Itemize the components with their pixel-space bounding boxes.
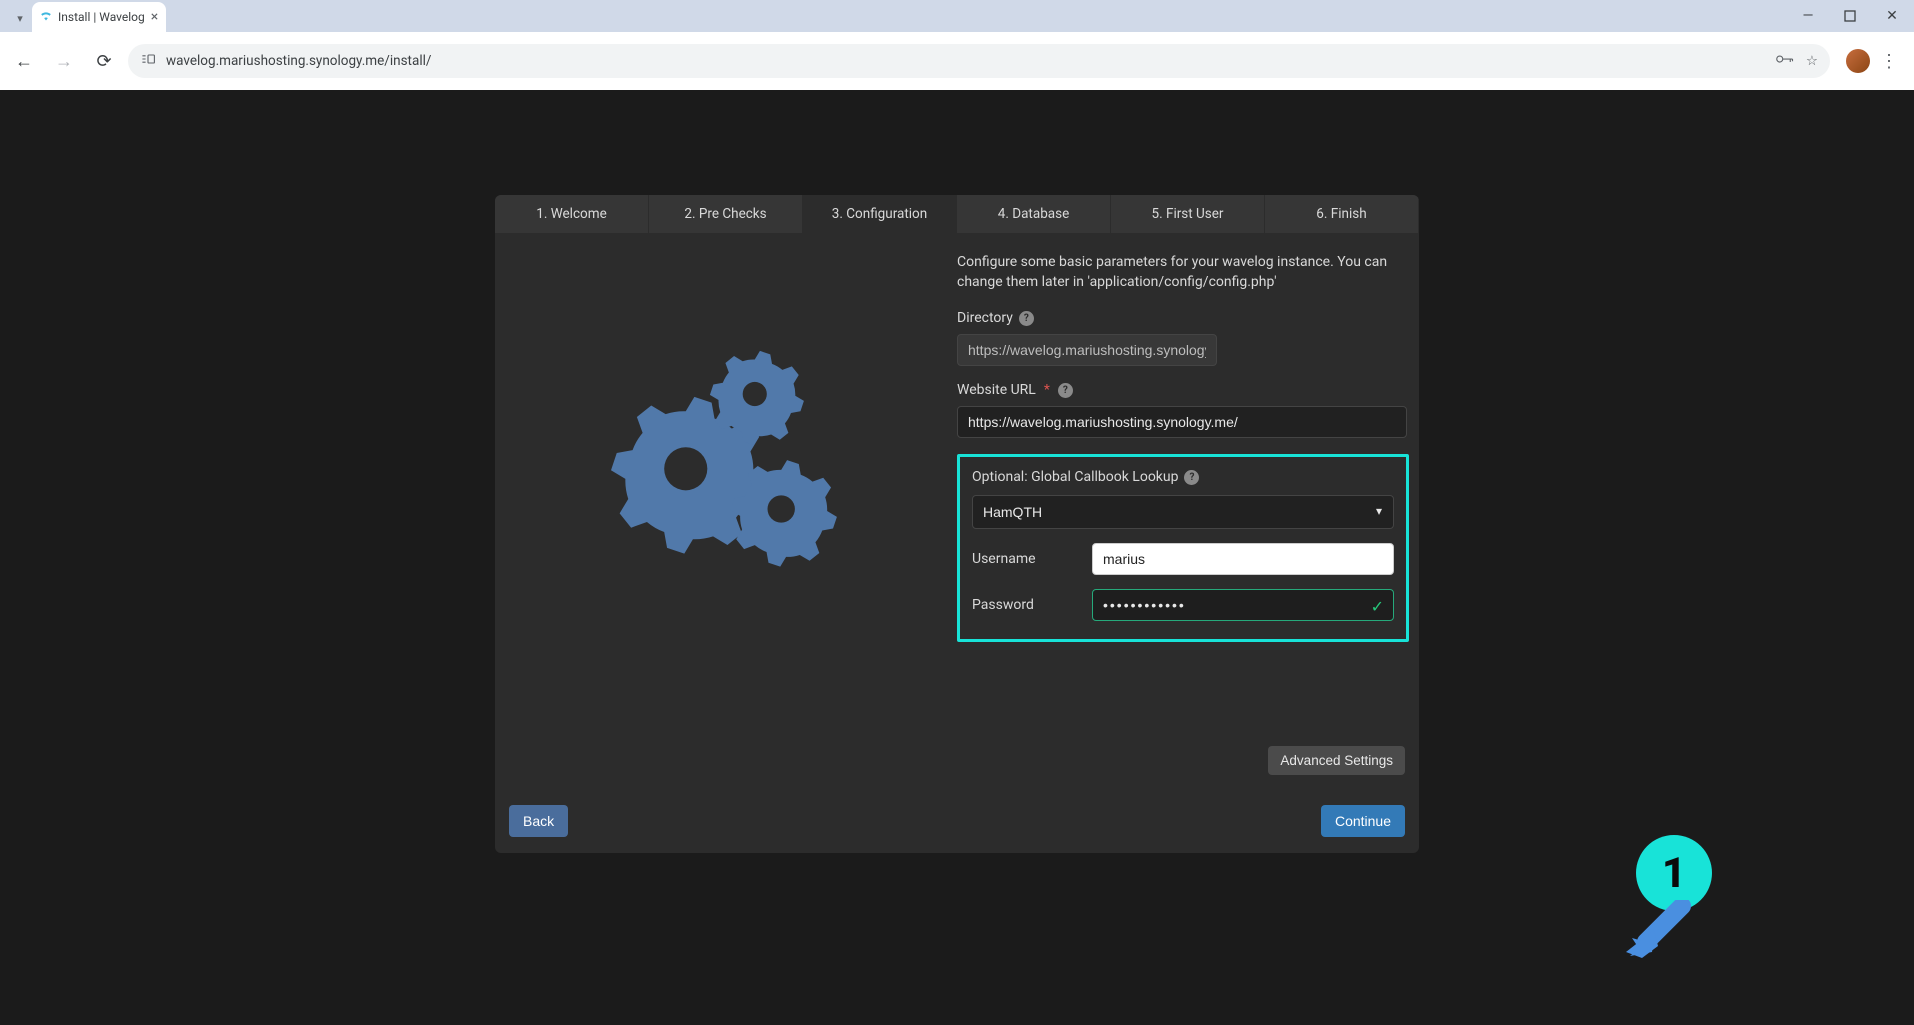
address-bar[interactable]: wavelog.mariushosting.synology.me/instal… bbox=[128, 44, 1830, 78]
page-body: 1. Welcome 2. Pre Checks 3. Configuratio… bbox=[0, 90, 1914, 1025]
directory-label: Directory bbox=[957, 310, 1013, 326]
toolbar: ← → ⟳ wavelog.mariushosting.synology.me/… bbox=[0, 32, 1914, 90]
tab-title: Install | Wavelog bbox=[58, 10, 145, 24]
gears-icon bbox=[611, 348, 841, 578]
website-url-input[interactable] bbox=[957, 406, 1407, 438]
annotation-arrow-icon bbox=[1624, 900, 1694, 960]
check-icon: ✓ bbox=[1371, 597, 1384, 616]
username-label: Username bbox=[972, 551, 1080, 567]
tab-firstuser[interactable]: 5. First User bbox=[1111, 195, 1265, 233]
close-icon[interactable]: × bbox=[151, 9, 158, 25]
tab-finish[interactable]: 6. Finish bbox=[1265, 195, 1419, 233]
tab-list-chevron[interactable]: ▾ bbox=[8, 4, 32, 32]
password-input[interactable] bbox=[1092, 589, 1394, 621]
minimize-button[interactable]: — bbox=[1794, 4, 1822, 28]
help-icon[interactable]: ? bbox=[1184, 470, 1199, 485]
profile-avatar[interactable] bbox=[1846, 49, 1870, 73]
site-settings-icon[interactable] bbox=[140, 53, 156, 69]
continue-button[interactable]: Continue bbox=[1321, 805, 1405, 837]
illustration-pane bbox=[495, 233, 957, 693]
directory-input bbox=[957, 334, 1217, 366]
browser-tab[interactable]: Install | Wavelog × bbox=[32, 2, 166, 32]
menu-icon[interactable]: ⋮ bbox=[1880, 51, 1898, 72]
website-url-label: Website URL bbox=[957, 382, 1036, 398]
website-url-field: Website URL * ? bbox=[957, 382, 1407, 438]
advanced-settings-button[interactable]: Advanced Settings bbox=[1268, 746, 1405, 775]
maximize-button[interactable] bbox=[1836, 4, 1864, 28]
forward-button[interactable]: → bbox=[48, 45, 80, 77]
username-input[interactable] bbox=[1092, 543, 1394, 575]
back-button[interactable]: ← bbox=[8, 45, 40, 77]
wizard-tabs: 1. Welcome 2. Pre Checks 3. Configuratio… bbox=[495, 195, 1419, 233]
callbook-heading: Optional: Global Callbook Lookup bbox=[972, 469, 1178, 485]
form-pane: Configure some basic parameters for your… bbox=[957, 233, 1419, 693]
intro-text: Configure some basic parameters for your… bbox=[957, 253, 1407, 292]
url-text: wavelog.mariushosting.synology.me/instal… bbox=[166, 53, 1766, 69]
callbook-section: Optional: Global Callbook Lookup ? HamQT… bbox=[957, 454, 1409, 642]
password-label: Password bbox=[972, 597, 1080, 613]
help-icon[interactable]: ? bbox=[1058, 383, 1073, 398]
wifi-icon bbox=[40, 10, 52, 25]
back-wizard-button[interactable]: Back bbox=[509, 805, 568, 837]
tab-database[interactable]: 4. Database bbox=[957, 195, 1111, 233]
callbook-select[interactable]: HamQTH bbox=[972, 495, 1394, 529]
password-key-icon[interactable] bbox=[1776, 53, 1794, 69]
help-icon[interactable]: ? bbox=[1019, 311, 1034, 326]
reload-button[interactable]: ⟳ bbox=[88, 45, 120, 77]
browser-chrome: ▾ Install | Wavelog × — ✕ ← → ⟳ wavelog.… bbox=[0, 0, 1914, 90]
directory-field: Directory ? bbox=[957, 310, 1407, 366]
required-marker: * bbox=[1044, 382, 1050, 398]
install-wizard: 1. Welcome 2. Pre Checks 3. Configuratio… bbox=[495, 195, 1419, 853]
wizard-footer: Advanced Settings Back Continue bbox=[495, 693, 1419, 853]
tab-prechecks[interactable]: 2. Pre Checks bbox=[649, 195, 803, 233]
tab-bar: ▾ Install | Wavelog × — ✕ bbox=[0, 0, 1914, 32]
tab-welcome[interactable]: 1. Welcome bbox=[495, 195, 649, 233]
window-controls: — ✕ bbox=[1794, 4, 1906, 28]
close-window-button[interactable]: ✕ bbox=[1878, 4, 1906, 28]
bookmark-icon[interactable]: ☆ bbox=[1806, 53, 1818, 69]
tab-configuration[interactable]: 3. Configuration bbox=[803, 195, 957, 233]
